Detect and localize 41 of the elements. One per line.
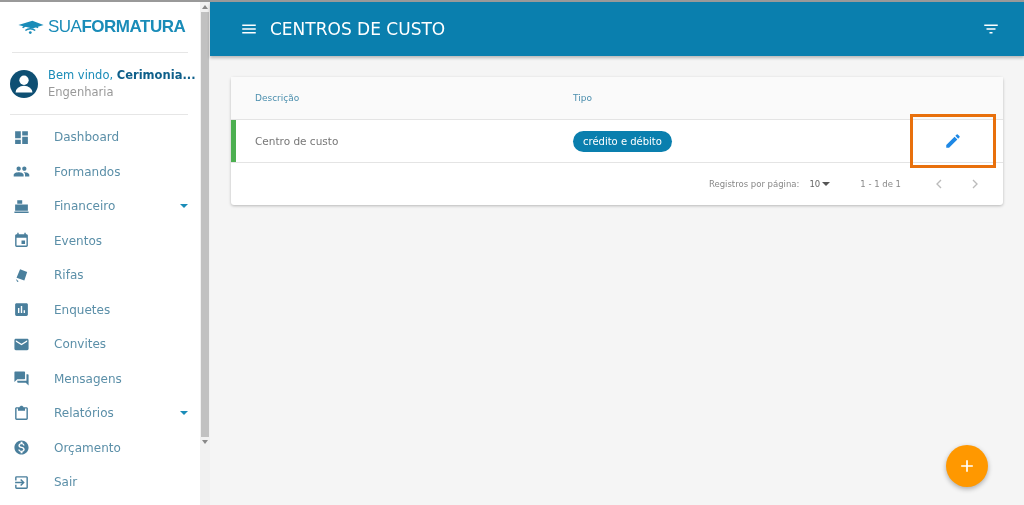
edit-icon [944,132,962,150]
scrollbar[interactable] [200,2,210,505]
menu-item-icon [13,232,30,250]
rows-per-page-select[interactable]: 10 [809,179,831,189]
sidebar-item[interactable]: Dashboard [0,120,200,155]
table-cell-text: Centro de custo [255,135,340,147]
sidebar-item[interactable]: Orçamento [0,430,200,465]
sidebar-item[interactable]: Sair [0,465,200,500]
welcome-text: Bem vindo, Cerimonia... [48,68,196,82]
menu-item-icon [13,197,30,215]
sidebar-item[interactable]: Enquetes [0,292,200,327]
rows-per-page-label: Registros por página: [708,179,800,189]
scroll-down-icon[interactable] [200,439,210,445]
menu-item-icon [13,301,30,319]
caret-icon[interactable] [180,204,188,209]
graduation-cap-icon [17,18,45,36]
sidebar-item[interactable]: Formandos [0,154,200,189]
edit-button[interactable] [910,114,996,168]
sidebar-item[interactable]: Mensagens [0,361,200,396]
scroll-up-icon[interactable] [200,4,210,10]
sidebar-item[interactable]: Relatórios [0,396,200,431]
page-title: CENTROS DE CUSTO [270,19,447,39]
sidebar-item[interactable]: Convites [0,327,200,362]
caret-icon[interactable] [180,411,188,416]
caret-icon [822,182,831,186]
menu-item-icon [13,370,30,388]
menu-item-icon [13,404,30,422]
column-header: Descrição [255,93,301,103]
page-range: 1 - 1 de 1 [860,179,901,189]
sidebar-item[interactable]: Financeiro [0,189,200,224]
menu-item-icon [13,128,30,146]
type-chip: crédito e débito [573,130,672,152]
add-button[interactable] [946,445,988,487]
menu-item-icon [13,473,30,491]
column-header: Tipo [573,93,593,103]
avatar-icon [10,69,38,98]
user-subtitle: Engenharia [48,85,115,99]
sidebar-item[interactable]: Rifas [0,258,200,293]
sidebar-item[interactable]: Eventos [0,223,200,258]
menu-item-icon [13,439,30,457]
logo: SUAFORMATURA [17,17,186,37]
